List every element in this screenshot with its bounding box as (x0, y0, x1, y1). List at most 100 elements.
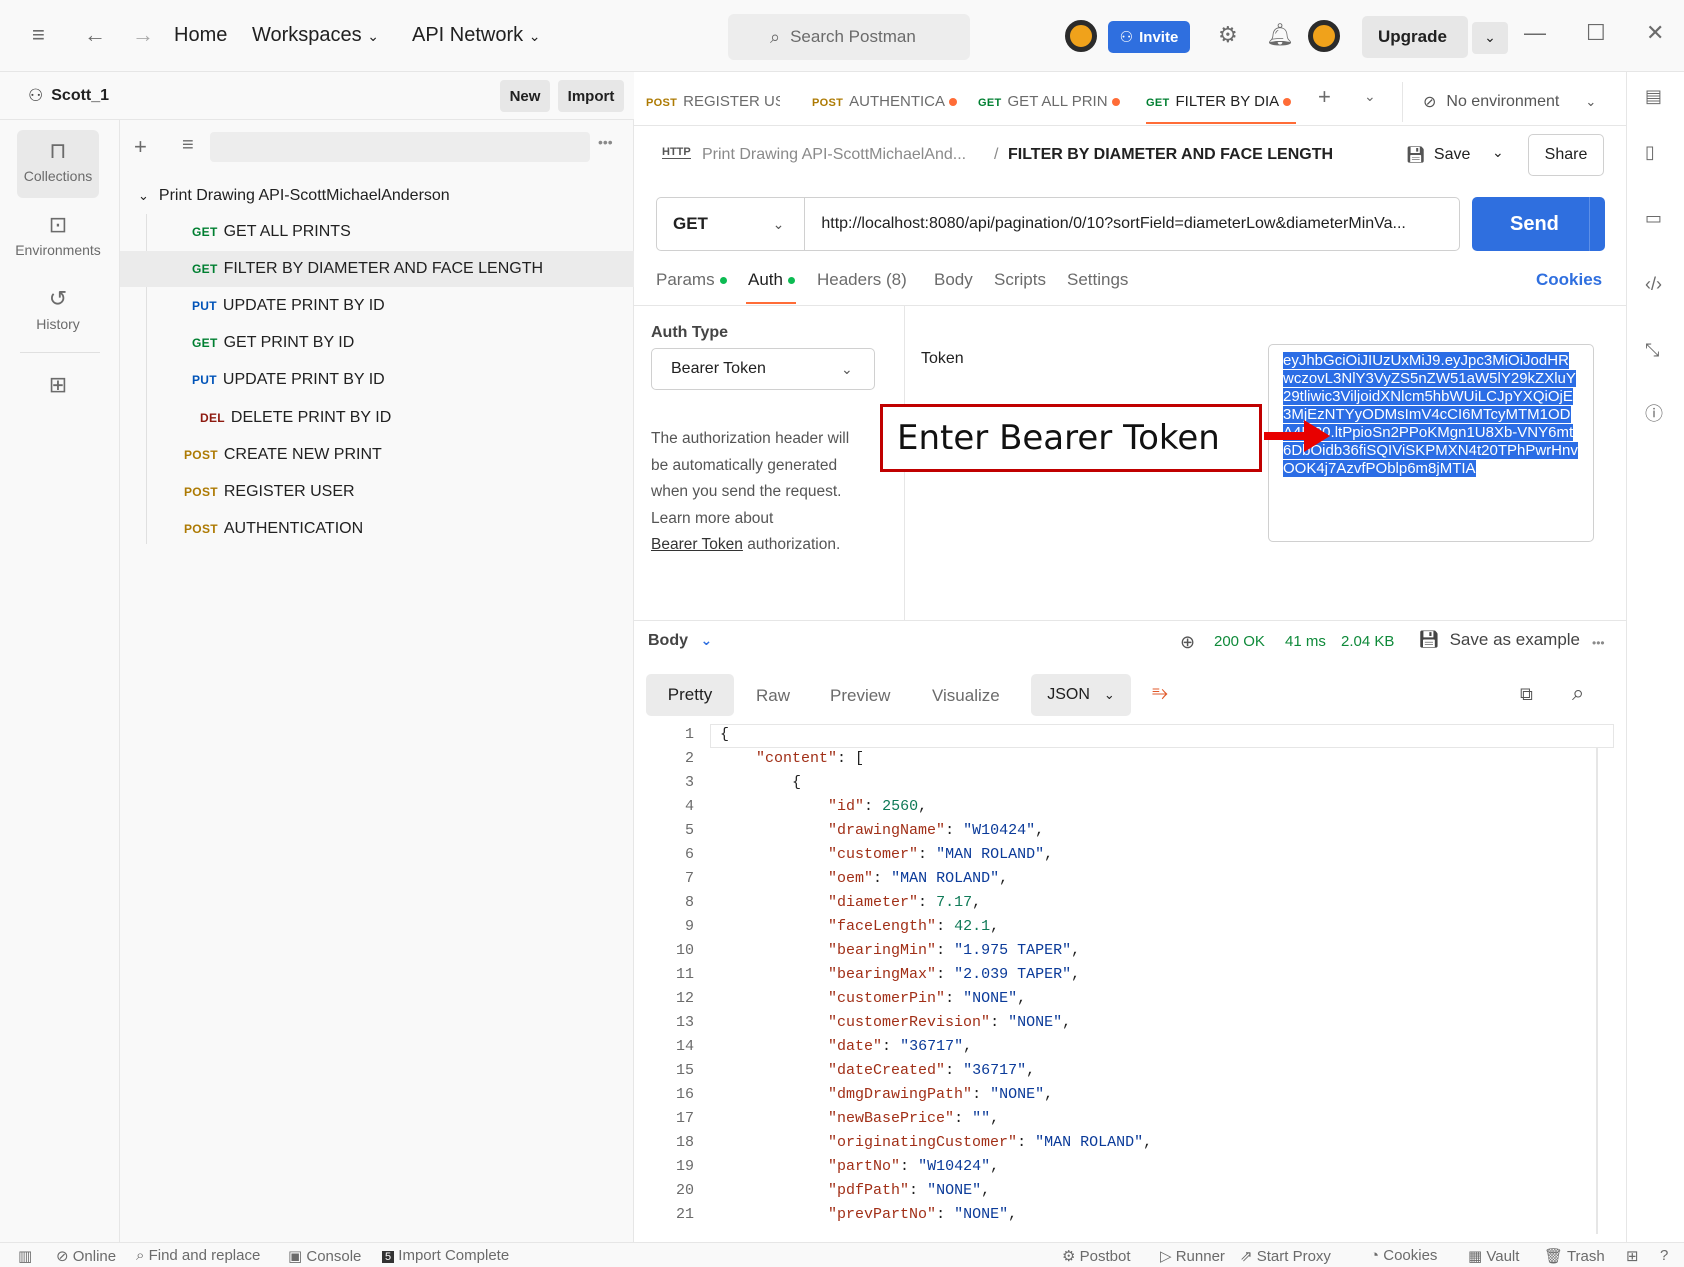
request-update-print[interactable]: PUT UPDATE PRINT BY ID (192, 288, 385, 324)
url-divider (804, 197, 806, 251)
cookies-link[interactable]: Cookies (1536, 270, 1602, 290)
method-select[interactable]: GET (673, 214, 773, 234)
online-status[interactable]: ⊘ Online (56, 1247, 116, 1265)
back-arrow-icon[interactable]: ← (84, 22, 106, 48)
start-proxy-button[interactable]: ⇗ Start Proxy (1240, 1247, 1331, 1265)
vault-button[interactable]: ▦ Vault (1468, 1247, 1519, 1265)
import-complete-status[interactable]: 5 Import Complete (382, 1247, 509, 1264)
status-code[interactable]: 200 OK (1214, 633, 1265, 650)
globe-icon[interactable]: ⊕ (1180, 632, 1195, 653)
minimize-window-icon[interactable]: — (1524, 20, 1546, 46)
tab-register-user[interactable]: POST REGISTER USI (646, 84, 780, 120)
collection-search-input[interactable] (210, 132, 590, 162)
nav-history[interactable]: ↺ History (17, 286, 99, 332)
wrap-lines-icon[interactable]: ⥱ (1152, 682, 1168, 705)
maximize-window-icon[interactable]: ☐ (1586, 20, 1606, 46)
tab-authentication[interactable]: POST AUTHENTICA (812, 84, 960, 120)
view-preview[interactable]: Preview (830, 686, 890, 706)
tab-settings[interactable]: Settings (1067, 270, 1128, 290)
request-title[interactable]: FILTER BY DIAMETER AND FACE LENGTH (1008, 146, 1333, 164)
send-dropdown-chevron-icon[interactable]: ⌄ (1588, 197, 1620, 251)
upgrade-dropdown-chevron-icon[interactable]: ⌄ (1472, 22, 1508, 54)
new-button[interactable]: New (500, 80, 550, 112)
request-filter-by-diameter[interactable]: GET FILTER BY DIAMETER AND FACE LENGTH (192, 251, 543, 287)
code-scrollbar[interactable] (1596, 748, 1598, 1234)
tab-get-all-prints[interactable]: GET GET ALL PRIN (978, 84, 1128, 120)
chevron-down-icon[interactable]: ⌄ (773, 216, 785, 233)
workspaces-menu[interactable]: Workspaces ⌄ (252, 24, 379, 47)
nav-collections[interactable]: ⊓ Collections (17, 130, 99, 198)
send-button[interactable]: Send ⌄ (1472, 197, 1620, 251)
share-button[interactable]: Share (1528, 134, 1604, 176)
bearer-token-link[interactable]: Bearer Token (651, 536, 743, 553)
notification-bell-icon[interactable]: 🔔︎ (1266, 22, 1294, 48)
layout-icon[interactable]: ⊞ (1626, 1247, 1639, 1265)
related-collections-icon[interactable]: ⤡ (1645, 340, 1659, 361)
request-authentication[interactable]: POST AUTHENTICATION (184, 511, 363, 547)
close-window-icon[interactable]: ✕ (1646, 20, 1664, 46)
format-select[interactable]: JSON ⌄ (1031, 674, 1131, 716)
help-icon[interactable]: ? (1660, 1247, 1668, 1264)
add-collection-icon[interactable]: + (134, 134, 147, 160)
settings-gear-icon[interactable]: ⚙ (1218, 22, 1238, 48)
response-size[interactable]: 2.04 KB (1341, 633, 1394, 650)
environment-selector[interactable]: ⊘ No environment ⌄ (1402, 82, 1616, 122)
request-create-new-print[interactable]: POST CREATE NEW PRINT (184, 437, 382, 473)
more-options-icon[interactable]: ••• (1592, 636, 1605, 650)
request-update-print[interactable]: PUT UPDATE PRINT BY ID (192, 362, 385, 398)
response-body-toggle[interactable]: Body ⌄ (648, 632, 712, 650)
save-as-example-button[interactable]: 💾︎ Save as example (1418, 630, 1580, 650)
request-delete-print[interactable]: DEL DELETE PRINT BY ID (200, 400, 391, 436)
view-pretty[interactable]: Pretty (646, 674, 734, 716)
copy-icon[interactable]: ⧉ (1520, 684, 1533, 705)
view-raw[interactable]: Raw (756, 686, 790, 706)
request-get-print-by-id[interactable]: GET GET PRINT BY ID (192, 325, 354, 361)
url-input[interactable]: http://localhost:8080/api/pagination/0/1… (821, 215, 1459, 233)
save-button[interactable]: 💾︎ Save (1396, 134, 1480, 176)
nav-add-workspace[interactable]: ⊞ (17, 372, 99, 402)
tab-body[interactable]: Body (934, 270, 973, 290)
toggle-sidebar-icon[interactable]: ▥ (18, 1247, 32, 1265)
filter-icon[interactable]: ≡ (182, 134, 194, 157)
breadcrumb-collection[interactable]: Print Drawing API-ScottMichaelAnd... (702, 146, 966, 164)
new-tab-plus-icon[interactable]: + (1318, 84, 1331, 110)
view-visualize[interactable]: Visualize (932, 686, 1000, 706)
tab-params[interactable]: Params (656, 270, 727, 290)
search-input[interactable]: ⌕ Search Postman (728, 14, 970, 60)
response-time[interactable]: 41 ms (1285, 633, 1326, 650)
invite-button[interactable]: ⚇ Invite (1108, 21, 1190, 53)
tab-filter-by-diameter[interactable]: GET FILTER BY DIA (1146, 84, 1296, 120)
code-snippet-icon[interactable]: ‹/› (1645, 274, 1662, 295)
trash-button[interactable]: 🗑︎ Trash (1544, 1247, 1605, 1265)
tab-auth[interactable]: Auth (748, 270, 795, 290)
api-network-menu[interactable]: API Network ⌄ (412, 24, 540, 47)
sync-status-icon[interactable] (1065, 20, 1097, 52)
more-options-icon[interactable]: ••• (598, 134, 613, 150)
documentation-icon[interactable]: ▯ (1645, 142, 1655, 163)
runner-button[interactable]: ▷ Runner (1160, 1247, 1225, 1265)
workspace-name[interactable]: Scott_1 (51, 87, 109, 105)
forward-arrow-icon[interactable]: → (132, 22, 154, 48)
request-get-all-prints[interactable]: GET GET ALL PRINTS (192, 214, 351, 250)
comments-icon[interactable]: ▭ (1645, 208, 1662, 229)
collection-folder[interactable]: ⌄ Print Drawing API-ScottMichaelAnderson (138, 178, 450, 214)
hamburger-menu-icon[interactable]: ≡ (32, 22, 45, 48)
home-link[interactable]: Home (174, 24, 227, 47)
upgrade-button[interactable]: Upgrade (1362, 16, 1468, 58)
user-avatar[interactable] (1308, 20, 1340, 52)
environment-quick-look-icon[interactable]: ▤ (1645, 86, 1662, 107)
save-dropdown-chevron-icon[interactable]: ⌄ (1492, 144, 1504, 161)
auth-type-select[interactable]: Bearer Token ⌄ (651, 348, 875, 390)
tabs-dropdown-chevron-icon[interactable]: ⌄ (1364, 88, 1376, 105)
request-register-user[interactable]: POST REGISTER USER (184, 474, 355, 510)
tab-scripts[interactable]: Scripts (994, 270, 1046, 290)
info-icon[interactable]: ⓘ (1645, 400, 1663, 426)
tab-headers[interactable]: Headers (8) (817, 270, 907, 290)
search-icon[interactable]: ⌕ (1572, 680, 1584, 706)
console-button[interactable]: ▣ Console (288, 1247, 361, 1265)
postbot-button[interactable]: ⚙ Postbot (1062, 1247, 1131, 1265)
cookies-button[interactable]: ◔ Cookies (1370, 1247, 1437, 1264)
nav-environments[interactable]: ⊡ Environments (8, 212, 108, 258)
find-replace-button[interactable]: ⌕ Find and replace (136, 1247, 260, 1264)
import-button[interactable]: Import (558, 80, 624, 112)
